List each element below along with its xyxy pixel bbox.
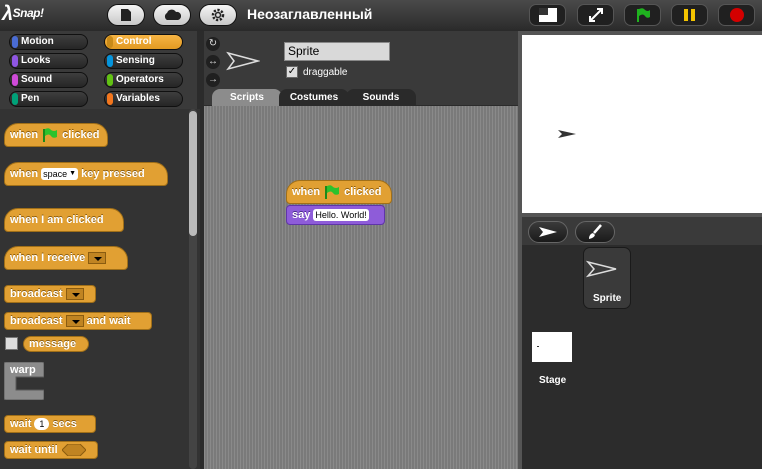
flip-icon[interactable]: ↔ — [206, 55, 220, 69]
tab-scripts[interactable]: Scripts — [212, 89, 282, 106]
block-when-i-am-clicked[interactable]: when I am clicked — [4, 208, 124, 232]
fullscreen-icon — [588, 8, 603, 22]
scripts-area[interactable] — [204, 106, 518, 469]
gear-icon — [211, 8, 225, 22]
paintbrush-icon — [589, 224, 602, 239]
block-palette: when clicked when space ▼ key pressed whe… — [0, 109, 200, 469]
message-dropdown[interactable] — [88, 252, 107, 264]
block-wait-secs[interactable]: wait 1 secs — [4, 415, 96, 433]
rotate-icon[interactable]: ↻ — [206, 37, 220, 51]
stage-size-icon — [538, 8, 557, 22]
category-control[interactable]: Control — [104, 34, 183, 50]
block-warp[interactable]: warp — [3, 361, 45, 401]
stage-size-button[interactable] — [529, 4, 566, 26]
no-rotate-icon[interactable]: → — [206, 73, 220, 87]
sprite-icon — [586, 260, 617, 278]
corral-stage-label: Stage — [539, 375, 567, 386]
block-when-key-pressed[interactable]: when space ▼ key pressed — [4, 162, 168, 186]
green-flag-icon — [636, 8, 650, 22]
pause-icon — [683, 9, 695, 21]
wait-seconds-input[interactable]: 1 — [34, 418, 50, 430]
green-flag-icon — [43, 128, 58, 142]
green-flag-button[interactable] — [624, 4, 661, 26]
reporter-message[interactable]: message — [23, 336, 89, 352]
settings-menu-button[interactable] — [199, 4, 237, 26]
block-wait-until[interactable]: wait until — [4, 441, 98, 459]
block-when-i-receive[interactable]: when I receive — [4, 246, 128, 270]
key-dropdown[interactable]: space ▼ — [41, 168, 79, 180]
corral-sprite-card[interactable]: Sprite — [583, 247, 631, 309]
broadcast-wait-dropdown[interactable] — [65, 315, 84, 327]
stop-button[interactable] — [718, 4, 755, 26]
message-checkbox[interactable] — [5, 337, 18, 350]
add-turtle-sprite-button[interactable] — [528, 221, 568, 243]
snap-ide: λSnap! Неозаглавленный Motion Control Lo… — [0, 0, 762, 469]
category-motion[interactable]: Motion — [9, 34, 88, 50]
snap-logo[interactable]: λSnap! — [2, 3, 48, 27]
pause-button[interactable] — [671, 4, 708, 26]
category-operators[interactable]: Operators — [104, 72, 183, 88]
turtle-icon — [539, 227, 557, 237]
sprite-turtle[interactable] — [557, 129, 577, 139]
category-sensing[interactable]: Sensing — [104, 53, 183, 69]
project-title: Неозаглавленный — [247, 6, 373, 22]
top-bar: λSnap! Неозаглавленный — [0, 0, 762, 31]
script-say-block[interactable]: say Hello. World! — [286, 205, 385, 225]
script-when-flag-clicked[interactable]: when clicked — [286, 180, 392, 204]
palette-scrollbar[interactable] — [189, 111, 197, 236]
block-broadcast[interactable]: broadcast — [4, 285, 96, 303]
category-panel: Motion Control Looks Sensing Sound Opera… — [0, 31, 197, 109]
green-flag-icon — [325, 185, 340, 199]
draggable-label: draggable — [303, 67, 348, 78]
fullscreen-button[interactable] — [577, 4, 614, 26]
category-variables[interactable]: Variables — [104, 91, 183, 107]
category-pen[interactable]: Pen — [9, 91, 88, 107]
stage[interactable] — [522, 35, 762, 213]
cloud-icon — [164, 9, 181, 20]
category-sound[interactable]: Sound — [9, 72, 88, 88]
cloud-menu-button[interactable] — [153, 4, 191, 26]
file-menu-button[interactable] — [107, 4, 145, 26]
stop-icon — [729, 8, 744, 22]
sprite-thumbnail-icon — [226, 51, 260, 71]
broadcast-dropdown[interactable] — [65, 288, 84, 300]
tab-sounds[interactable]: Sounds — [346, 89, 416, 106]
boolean-slot[interactable] — [61, 444, 86, 456]
sprite-name-field[interactable]: Sprite — [284, 42, 390, 61]
file-icon — [121, 9, 131, 21]
category-looks[interactable]: Looks — [9, 53, 88, 69]
tab-costumes[interactable]: Costumes — [279, 89, 349, 106]
block-when-flag-clicked[interactable]: when clicked — [4, 123, 108, 147]
corral-sprite-label: Sprite — [593, 293, 622, 304]
draggable-checkbox[interactable]: ✓ — [286, 66, 298, 78]
block-broadcast-and-wait[interactable]: broadcast and wait — [4, 312, 152, 330]
say-text-input[interactable]: Hello. World! — [313, 209, 369, 221]
paint-new-sprite-button[interactable] — [575, 221, 615, 243]
stage-thumbnail[interactable] — [532, 332, 572, 362]
